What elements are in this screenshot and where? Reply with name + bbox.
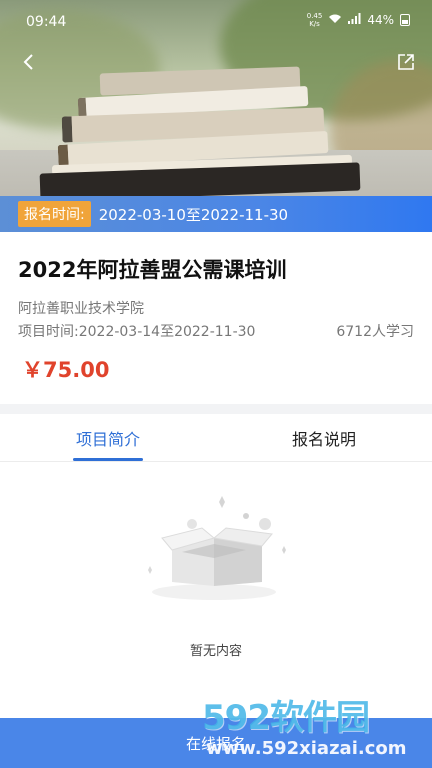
registration-time-label: 报名时间: — [18, 201, 91, 227]
learner-count: 6712人学习 — [336, 324, 414, 340]
status-bar: 09:44 0.45 K/s 44% — [0, 0, 432, 44]
network-speed: 0.45 K/s — [306, 12, 323, 28]
course-price: ￥75.00 — [22, 358, 110, 382]
chevron-left-icon — [23, 54, 33, 70]
project-period: 项目时间:2022-03-14至2022-11-30 — [18, 324, 256, 340]
watermark-logo: 592软件园 — [202, 698, 370, 738]
registration-time-banner: 报名时间: 2022-03-10至2022-11-30 — [0, 196, 432, 232]
course-info: 2022年阿拉善盟公需课培训 阿拉善职业技术学院 项目时间:2022-03-14… — [0, 232, 432, 404]
registration-time-value: 2022-03-10至2022-11-30 — [98, 205, 289, 224]
section-divider — [0, 404, 432, 414]
empty-box-icon — [148, 496, 286, 600]
battery-level: 44% — [367, 13, 394, 27]
back-button[interactable] — [14, 48, 42, 76]
empty-state: 暂无内容 — [0, 462, 432, 718]
share-button[interactable] — [392, 48, 420, 76]
signal-icon — [348, 13, 361, 27]
status-time: 09:44 — [26, 14, 67, 30]
school-name: 阿拉善职业技术学院 — [18, 301, 144, 317]
watermark: 592软件园 www.592xiazai.com — [202, 690, 430, 768]
watermark-url: www.592xiazai.com — [206, 738, 407, 759]
empty-state-text: 暂无内容 — [189, 644, 242, 659]
tab-bar: 项目简介 报名说明 — [0, 414, 432, 462]
battery-icon — [400, 14, 410, 26]
course-title: 2022年阿拉善盟公需课培训 — [18, 258, 287, 282]
tab-project-intro[interactable]: 项目简介 — [0, 414, 216, 461]
tab-registration-notes[interactable]: 报名说明 — [216, 414, 432, 461]
wifi-icon — [328, 13, 342, 27]
share-icon — [398, 54, 414, 70]
